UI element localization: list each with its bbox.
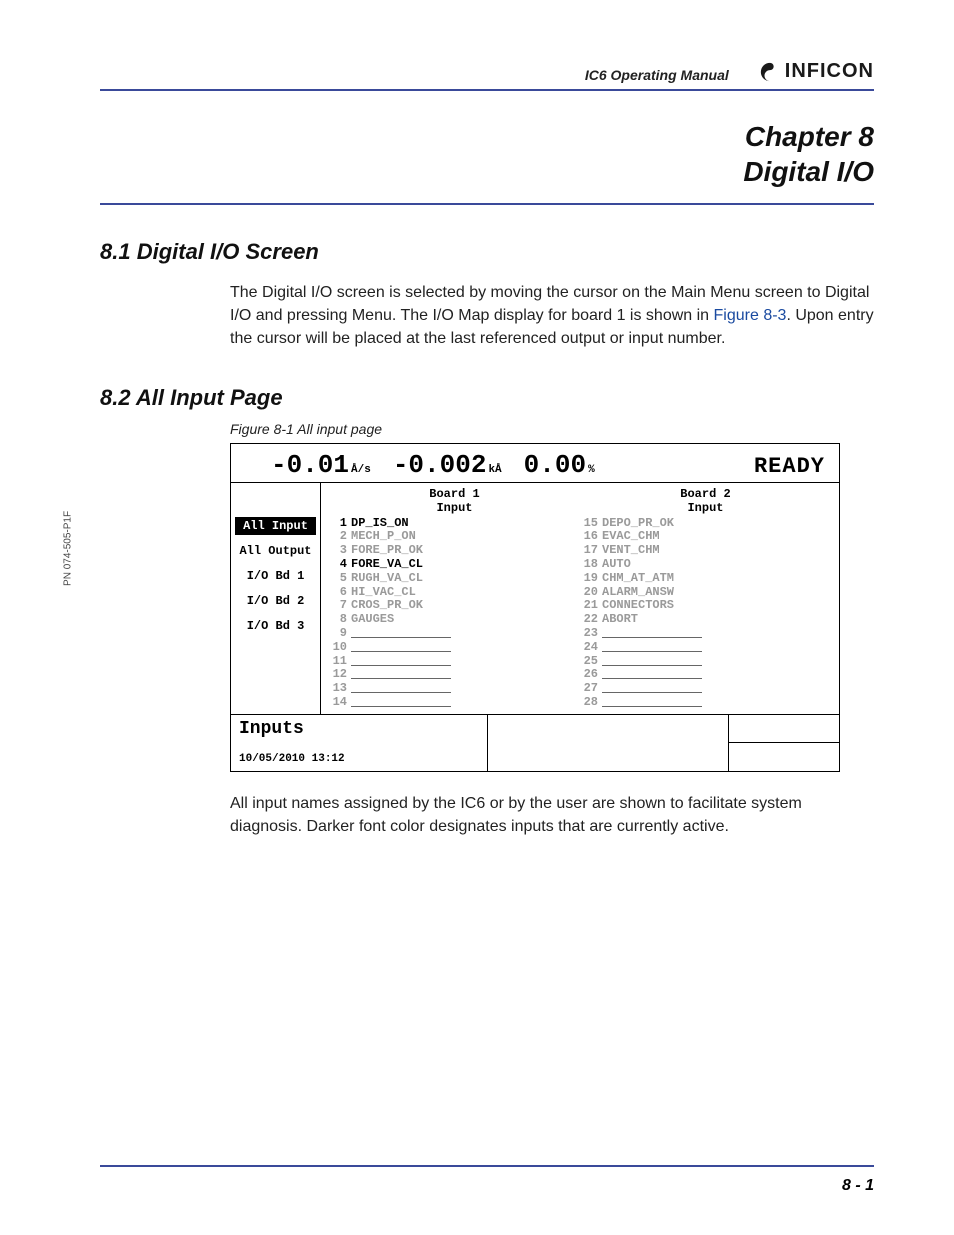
input-row: 16EVAC_CHM <box>580 530 831 544</box>
percent-unit: % <box>588 464 595 476</box>
page-footer: 8 - 1 <box>100 1165 874 1195</box>
input-row: 14 <box>329 696 580 710</box>
section-heading-8-1: 8.1 Digital I/O Screen <box>100 239 874 265</box>
input-row: 4FORE_VA_CL <box>329 558 580 572</box>
input-row: 20ALARM_ANSW <box>580 586 831 600</box>
nav-item[interactable]: I/O Bd 2 <box>235 592 316 610</box>
input-row: 21CONNECTORS <box>580 599 831 613</box>
rate-unit: Å/s <box>351 464 371 476</box>
figure-reference-link[interactable]: Figure 8-3 <box>714 307 787 324</box>
input-row: 10 <box>329 641 580 655</box>
page-header: IC6 Operating Manual INFICON <box>100 60 874 91</box>
input-row: 1DP_IS_ON <box>329 517 580 531</box>
screenshot-figure: -0.01Å/s -0.002kÅ 0.00% READY All InputA… <box>230 443 840 772</box>
input-row: 6HI_VAC_CL <box>329 586 580 600</box>
status-bar: -0.01Å/s -0.002kÅ 0.00% READY <box>231 444 839 482</box>
nav-item[interactable]: All Output <box>235 542 316 560</box>
input-row: 27 <box>580 682 831 696</box>
section-heading-8-2: 8.2 All Input Page <box>100 385 874 411</box>
footer-mode-label: Inputs <box>239 719 479 739</box>
input-row: 15DEPO_PR_OK <box>580 517 831 531</box>
inficon-icon <box>759 61 781 83</box>
input-row: 24 <box>580 641 831 655</box>
input-row: 3FORE_PR_OK <box>329 544 580 558</box>
input-row: 19CHM_AT_ATM <box>580 572 831 586</box>
input-row: 12 <box>329 668 580 682</box>
thickness-unit: kÅ <box>488 464 501 476</box>
input-row: 13 <box>329 682 580 696</box>
input-row: 18AUTO <box>580 558 831 572</box>
input-row: 11 <box>329 655 580 669</box>
timestamp: 10/05/2010 13:12 <box>239 753 479 765</box>
input-row: 8GAUGES <box>329 613 580 627</box>
input-row: 23 <box>580 627 831 641</box>
figure-caption: Figure 8-1 All input page <box>230 421 874 437</box>
input-row: 28 <box>580 696 831 710</box>
brand-logo: INFICON <box>759 60 874 83</box>
input-row: 25 <box>580 655 831 669</box>
page-number: 8 - 1 <box>100 1177 874 1195</box>
nav-column: All Input All Output I/O Bd 1 I/O Bd 2 I/O B… <box>231 483 321 714</box>
board2-header: Board 2 Input <box>580 487 831 515</box>
section-8-1-paragraph: The Digital I/O screen is selected by mo… <box>230 281 874 351</box>
input-row: 5RUGH_VA_CL <box>329 572 580 586</box>
input-row: 26 <box>580 668 831 682</box>
input-row: 22ABORT <box>580 613 831 627</box>
rate-value: -0.01 <box>271 450 349 480</box>
board1-header: Board 1 Input <box>329 487 580 515</box>
chapter-title: Chapter 8 Digital I/O <box>100 119 874 205</box>
status-label: READY <box>754 454 825 479</box>
thickness-value: -0.002 <box>393 450 487 480</box>
part-number: PN 074-505-P1F <box>63 510 74 585</box>
input-row: 9 <box>329 627 580 641</box>
percent-value: 0.00 <box>524 450 586 480</box>
input-row: 7CROS_PR_OK <box>329 599 580 613</box>
nav-item[interactable]: I/O Bd 3 <box>235 617 316 635</box>
nav-item[interactable]: I/O Bd 1 <box>235 567 316 585</box>
manual-title: IC6 Operating Manual <box>585 67 729 83</box>
section-8-2-paragraph: All input names assigned by the IC6 or b… <box>230 792 874 838</box>
nav-item[interactable]: All Input <box>235 517 316 535</box>
input-row: 17VENT_CHM <box>580 544 831 558</box>
input-row: 2MECH_P_ON <box>329 530 580 544</box>
